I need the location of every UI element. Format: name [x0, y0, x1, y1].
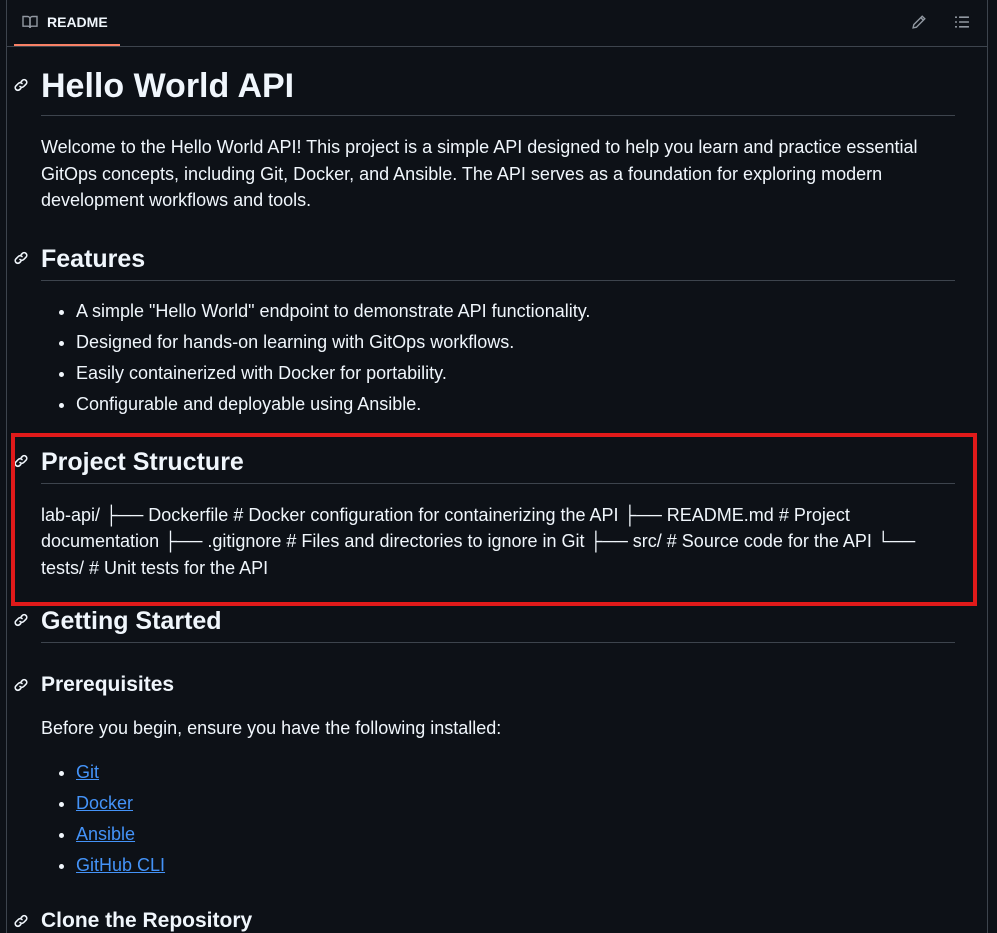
- heading-clone-repository: Clone the Repository: [14, 907, 955, 933]
- readme-header: README: [7, 0, 987, 47]
- list-item: GitHub CLI: [76, 850, 955, 881]
- features-list: A simple "Hello World" endpoint to demon…: [41, 296, 955, 420]
- title-text: Hello World API: [41, 67, 295, 105]
- link-icon[interactable]: [12, 249, 30, 267]
- list-item: Git: [76, 757, 955, 788]
- link-github-cli[interactable]: GitHub CLI: [76, 855, 165, 875]
- link-icon[interactable]: [12, 676, 30, 694]
- readme-tab[interactable]: README: [14, 0, 120, 46]
- readme-tab-label: README: [47, 14, 108, 30]
- heading-prerequisites: Prerequisites: [14, 671, 955, 699]
- outline-button[interactable]: [951, 11, 973, 33]
- link-icon[interactable]: [12, 452, 30, 470]
- list-item: Docker: [76, 788, 955, 819]
- link-ansible[interactable]: Ansible: [76, 824, 135, 844]
- structure-paragraph: lab-api/ ├── Dockerfile # Docker configu…: [41, 504, 916, 578]
- pencil-icon: [911, 14, 927, 30]
- intro-paragraph: Welcome to the Hello World API! This pro…: [41, 137, 918, 210]
- link-icon[interactable]: [12, 912, 30, 930]
- page-title: Hello World API: [14, 46, 955, 116]
- prerequisites-intro: Before you begin, ensure you have the fo…: [41, 718, 502, 738]
- heading-features: Features: [14, 243, 955, 281]
- list-item: Ansible: [76, 819, 955, 850]
- edit-file-button[interactable]: [908, 11, 930, 33]
- prerequisites-list: Git Docker Ansible GitHub CLI: [41, 757, 955, 881]
- link-icon[interactable]: [12, 76, 30, 94]
- link-docker[interactable]: Docker: [76, 793, 133, 813]
- list-item: Designed for hands-on learning with GitO…: [76, 327, 955, 358]
- link-icon[interactable]: [12, 611, 30, 629]
- heading-text: Clone the Repository: [41, 908, 253, 932]
- heading-text: Features: [41, 244, 146, 273]
- readme-content: Hello World API Welcome to the Hello Wor…: [14, 46, 955, 933]
- readme-panel: README Hello World API Welcome to the He…: [6, 0, 988, 933]
- link-git[interactable]: Git: [76, 762, 99, 782]
- heading-text: Getting Started: [41, 607, 222, 635]
- heading-text: Prerequisites: [41, 673, 175, 696]
- heading-project-structure: Project Structure: [14, 446, 955, 484]
- book-icon: [22, 14, 38, 30]
- list-item: Configurable and deployable using Ansibl…: [76, 389, 955, 420]
- list-item: Easily containerized with Docker for por…: [76, 358, 955, 389]
- list-unordered-icon: [954, 14, 970, 30]
- heading-getting-started: Getting Started: [14, 605, 955, 643]
- list-item: A simple "Hello World" endpoint to demon…: [76, 296, 955, 327]
- heading-text: Project Structure: [41, 447, 244, 476]
